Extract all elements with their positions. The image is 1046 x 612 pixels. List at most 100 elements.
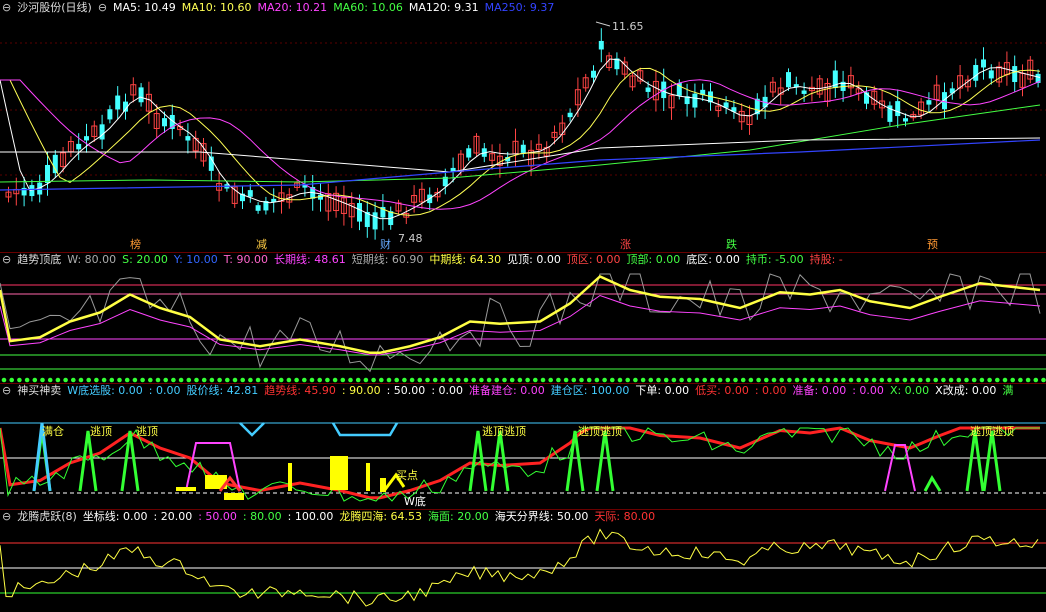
dot-marker xyxy=(117,377,122,383)
trend-field-value: T: 90.00 xyxy=(223,253,269,266)
low-price-label: 7.48 xyxy=(398,232,423,245)
trend-field-value: 持股: - xyxy=(809,253,843,266)
dot-marker xyxy=(348,377,353,383)
event-marker[interactable]: 预 xyxy=(927,236,938,252)
dot-marker xyxy=(225,377,230,383)
settings-icon[interactable]: ⊖ xyxy=(98,0,107,16)
trend-field-value: 短期线: 60.90 xyxy=(351,253,424,266)
collapse-icon[interactable]: ⊖ xyxy=(2,0,11,16)
dot-marker xyxy=(1018,377,1023,383)
buysell-field-value: 建仓区: 100.00 xyxy=(550,384,630,397)
signal-annotation: 买点 xyxy=(396,469,418,482)
buysell-field-value: : 90.00 xyxy=(341,384,381,397)
price-panel[interactable]: ⊖ 沙河股份(日线) ⊖ MA5: 10.49 MA10: 10.60 MA20: … xyxy=(0,0,1046,253)
dot-marker xyxy=(663,377,669,383)
price-header: ⊖ 沙河股份(日线) ⊖ MA5: 10.49 MA10: 10.60 MA20: … xyxy=(0,0,554,16)
buysell-field-value: : 0.00 xyxy=(431,384,464,397)
candle-body xyxy=(591,70,596,78)
event-marker[interactable]: 减 xyxy=(256,236,267,252)
dragon-panel[interactable]: ⊖ 龙腾虎跃(8) 坐标线: 0.00: 20.00: 50.00: 80.00… xyxy=(0,509,1046,612)
dot-marker xyxy=(710,377,715,383)
event-marker[interactable]: 榜 xyxy=(130,236,141,252)
buysell-panel[interactable]: ⊖ 神买神卖 W底选股: 0.00: 0.00 股价线: 42.81 趋势线: 45… xyxy=(0,383,1046,510)
dot-marker xyxy=(794,377,800,383)
dot-marker xyxy=(748,377,754,383)
dragon-field-value: 海面: 20.00 xyxy=(428,510,489,523)
buysell-field-value: 低买: 0.00 xyxy=(695,384,749,397)
dragon-field-value: : 20.00 xyxy=(153,510,193,523)
dot-marker xyxy=(602,377,607,383)
dot-marker xyxy=(40,377,45,383)
candle-body xyxy=(99,124,105,140)
dot-marker xyxy=(171,377,176,383)
trend-field-value: Y: 10.00 xyxy=(173,253,218,266)
candle-body xyxy=(895,101,901,117)
dot-marker xyxy=(833,377,838,383)
dot-marker xyxy=(971,377,977,383)
dot-marker xyxy=(679,377,684,383)
candle-body xyxy=(520,144,526,153)
dot-marker xyxy=(617,377,623,383)
ma-value: MA250: 9.37 xyxy=(484,1,555,14)
escape-spike xyxy=(78,430,98,492)
candle-body xyxy=(45,164,50,183)
candle-body xyxy=(1012,66,1018,83)
event-marker[interactable]: 跌 xyxy=(726,236,737,252)
dot-marker xyxy=(640,377,646,383)
collapse-icon[interactable]: ⊖ xyxy=(2,252,11,268)
dot-marker xyxy=(271,377,276,383)
collapse-icon[interactable]: ⊖ xyxy=(2,383,11,399)
dot-marker xyxy=(432,377,438,383)
trend-chart[interactable] xyxy=(0,252,1046,383)
escape-spike xyxy=(965,430,985,492)
signal-annotation: W底 xyxy=(404,495,426,508)
dot-marker xyxy=(841,377,846,383)
trend-field-value: 持币: -5.00 xyxy=(745,253,804,266)
dot-marker xyxy=(802,377,808,383)
dragon-values: 坐标线: 0.00: 20.00: 50.00: 80.00: 100.00 龙腾… xyxy=(83,509,655,525)
event-marker[interactable]: 财 xyxy=(380,236,391,252)
dot-marker xyxy=(194,377,199,383)
signal-annotation: 逃顶逃顶 xyxy=(970,425,1014,438)
dot-marker xyxy=(902,377,908,383)
dot-marker xyxy=(894,377,900,383)
buysell-field-value: 满 xyxy=(1002,384,1014,397)
dot-marker xyxy=(32,377,38,383)
trend-panel[interactable]: ⊖ 趋势顶底 W: 80.00 S: 20.00 Y: 10.00 T: 90.00 长… xyxy=(0,252,1046,384)
dot-marker xyxy=(55,377,61,383)
dragon-field-value: : 50.00 xyxy=(198,510,237,523)
candle-body xyxy=(138,87,144,103)
dot-marker xyxy=(571,377,577,383)
dot-marker xyxy=(363,377,369,383)
dot-marker xyxy=(740,377,746,383)
dot-marker xyxy=(209,377,215,383)
price-chart[interactable] xyxy=(0,0,1046,252)
candle-body xyxy=(162,118,167,127)
event-marker[interactable]: 涨 xyxy=(620,236,631,252)
dot-marker xyxy=(124,377,130,383)
dot-marker xyxy=(941,377,946,383)
dot-marker xyxy=(933,377,938,383)
collapse-icon[interactable]: ⊖ xyxy=(2,509,11,525)
dot-marker xyxy=(371,377,376,383)
dot-marker xyxy=(987,377,992,383)
buysell-field-value: 股价线: 42.81 xyxy=(186,384,259,397)
buysell-values: W底选股: 0.00: 0.00 股价线: 42.81 趋势线: 45.90: 90… xyxy=(67,383,1013,399)
dot-marker xyxy=(871,377,877,383)
buysell-chart[interactable] xyxy=(0,383,1046,509)
buysell-header: ⊖ 神买神卖 W底选股: 0.00: 0.00 股价线: 42.81 趋势线: 45… xyxy=(0,383,1013,399)
dot-marker xyxy=(302,377,307,383)
dragon-title: 龙腾虎跃(8) xyxy=(17,510,77,523)
candle-body xyxy=(801,90,807,94)
dot-marker xyxy=(402,377,407,383)
volume-bar xyxy=(288,463,292,491)
dot-marker xyxy=(533,377,538,383)
trend-field-value: 见顶: 0.00 xyxy=(507,253,561,266)
candle-body xyxy=(786,72,791,88)
dot-marker xyxy=(586,377,592,383)
dot-marker xyxy=(517,377,523,383)
dot-marker xyxy=(286,377,292,383)
dot-marker xyxy=(47,377,53,383)
trend-field-value: 底区: 0.00 xyxy=(686,253,740,266)
dot-marker xyxy=(1,377,7,383)
